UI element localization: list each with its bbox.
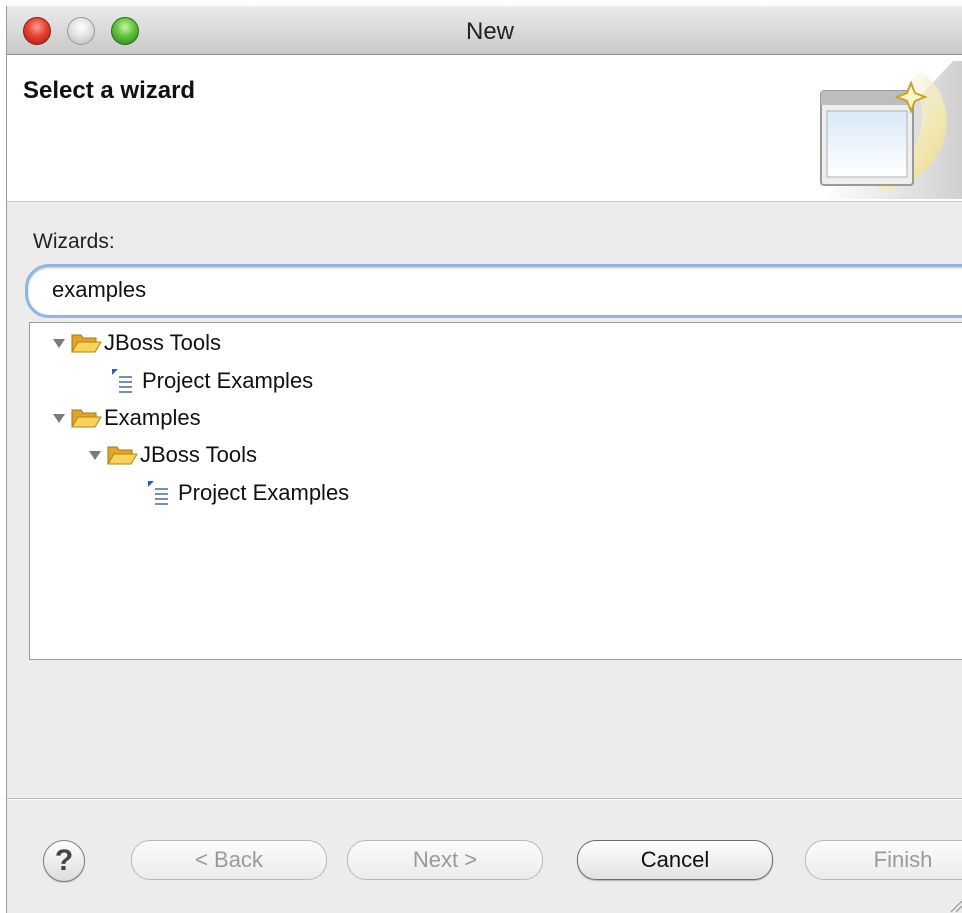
next-button[interactable]: Next > xyxy=(347,840,543,880)
cancel-button[interactable]: Cancel xyxy=(577,840,773,880)
folder-open-icon xyxy=(71,334,102,353)
wizard-filter-input[interactable] xyxy=(52,275,932,305)
window-title: New xyxy=(465,18,514,45)
wizards-label: Wizards: xyxy=(33,230,115,253)
button-bar-separator xyxy=(7,798,962,800)
tree-node-label: Project Examples xyxy=(142,368,314,393)
new-wizard-banner-icon xyxy=(820,61,962,199)
tree-node-label: Examples xyxy=(104,405,201,430)
disclosure-triangle-expanded-icon[interactable] xyxy=(88,448,102,462)
tree-node-examples-project-examples[interactable]: Project Examples xyxy=(146,477,349,509)
tree-node-label: JBoss Tools xyxy=(140,442,257,467)
disclosure-triangle-expanded-icon[interactable] xyxy=(52,411,66,425)
tree-node-jboss-tools[interactable]: JBoss Tools xyxy=(52,327,221,359)
project-examples-icon xyxy=(148,481,168,505)
folder-open-icon xyxy=(107,446,138,465)
finish-button[interactable]: Finish xyxy=(805,840,962,880)
disclosure-triangle-expanded-icon[interactable] xyxy=(52,336,66,350)
wizard-header: Select a wizard xyxy=(7,55,962,202)
back-button[interactable]: < Back xyxy=(131,840,327,880)
tree-node-label: JBoss Tools xyxy=(104,330,221,355)
folder-open-icon xyxy=(71,409,102,428)
help-icon: ? xyxy=(54,844,74,877)
wizard-filter-field[interactable] xyxy=(25,264,962,318)
wizard-tree[interactable]: JBoss Tools Project Examples Examples JB… xyxy=(29,322,962,660)
tree-node-label: Project Examples xyxy=(178,480,350,505)
resize-grip-icon[interactable] xyxy=(945,895,962,913)
page-title: Select a wizard xyxy=(23,77,196,104)
tree-node-examples[interactable]: Examples xyxy=(52,402,201,434)
project-examples-icon xyxy=(112,369,132,393)
tree-node-project-examples[interactable]: Project Examples xyxy=(110,365,313,397)
help-button[interactable]: ? xyxy=(43,840,85,882)
new-wizard-dialog: New Select a wizard Wizards: examples JB… xyxy=(6,6,962,913)
tree-node-examples-jboss-tools[interactable]: JBoss Tools xyxy=(88,439,257,471)
title-bar: New xyxy=(7,6,962,55)
